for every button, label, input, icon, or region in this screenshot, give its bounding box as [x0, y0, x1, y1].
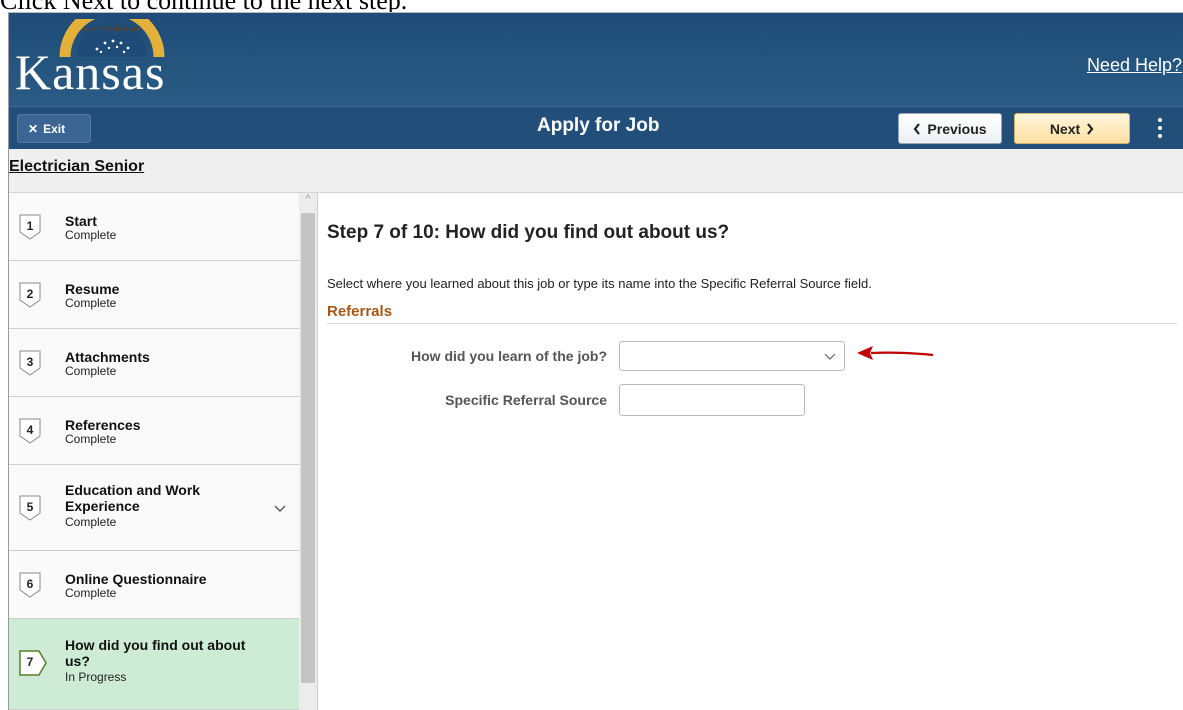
page-toolbar: ✕ Exit Apply for Job Previous Next [9, 106, 1183, 150]
kebab-menu-icon[interactable] [1152, 115, 1168, 141]
step-item-how-did-you-find-out-about-us[interactable]: 7 How did you find out about us? In Prog… [9, 619, 299, 710]
step-badge: 4 [19, 418, 45, 444]
step-status: Complete [65, 296, 117, 310]
section-title-referrals: Referrals [327, 303, 393, 320]
exit-label: Exit [43, 121, 66, 136]
chevron-right-icon [1087, 122, 1094, 135]
step-title-line-2: us? [65, 653, 90, 669]
previous-button[interactable]: Previous [898, 113, 1002, 144]
step-badge: 6 [19, 572, 45, 598]
step-status: In Progress [65, 670, 127, 684]
step-title: Online Questionnaire [65, 571, 207, 587]
specific-referral-source-input[interactable] [619, 384, 805, 416]
step-item-online-questionnaire[interactable]: 6 Online Questionnaire Complete [9, 551, 299, 619]
chevron-left-icon [914, 122, 921, 135]
job-title-link[interactable]: Electrician Senior [9, 158, 144, 176]
step-title-line-2: Experience [65, 498, 140, 514]
step-badge: 1 [19, 214, 45, 240]
chevron-down-icon [824, 353, 836, 360]
chevron-down-icon[interactable] [273, 504, 287, 514]
step-status: Complete [65, 228, 117, 242]
header-banner: AD ASTRA PER ASPERA Kansas Need Help? [9, 13, 1183, 106]
annotation-arrow-icon [857, 346, 934, 360]
section-divider [327, 323, 1177, 324]
document-caption-text: Click Next to continue to the next step. [0, 0, 407, 12]
step-instructions: Select where you learned about this job … [327, 276, 872, 291]
current-step-badge: 7 [19, 650, 47, 676]
step-title: References [65, 417, 141, 433]
next-label: Next [1049, 120, 1081, 137]
step-heading: Step 7 of 10: How did you find out about… [327, 222, 730, 243]
step-badge: 2 [19, 282, 45, 308]
specific-referral-source-label: Specific Referral Source [445, 392, 607, 408]
sidebar-scrollbar-thumb[interactable] [301, 213, 315, 683]
page-title: Apply for Job [537, 115, 660, 136]
previous-label: Previous [927, 120, 987, 137]
close-icon: ✕ [28, 121, 39, 136]
step-badge: 5 [19, 495, 45, 521]
step-badge: 3 [19, 350, 45, 376]
step-item-resume[interactable]: 2 Resume Complete [9, 261, 299, 329]
step-status: Complete [65, 432, 117, 446]
step-status: Complete [65, 515, 117, 529]
step-title: Resume [65, 281, 120, 297]
kansas-logo: AD ASTRA PER ASPERA Kansas [15, 19, 205, 101]
step-title-line-1: Education and Work [65, 482, 201, 498]
need-help-link[interactable]: Need Help? [1087, 55, 1182, 76]
main-content: Step 7 of 10: How did you find out about… [318, 193, 1183, 710]
logo-wordmark: Kansas [15, 44, 166, 100]
step-item-attachments[interactable]: 3 Attachments Complete [9, 329, 299, 397]
job-title-bar: Electrician Senior [9, 149, 1183, 193]
step-item-start[interactable]: 1 Start Complete [9, 193, 299, 261]
logo-motto: AD ASTRA PER ASPERA [83, 27, 141, 33]
next-button[interactable]: Next [1014, 113, 1130, 144]
step-title-line-1: How did you find out about [65, 637, 246, 653]
exit-button[interactable]: ✕ Exit [17, 114, 91, 143]
document-caption: Click Next to continue to the next step. [0, 0, 1183, 12]
step-item-education-and-work-experience[interactable]: 5 Education and Work Experience Complete [9, 465, 299, 551]
step-status: Complete [65, 364, 117, 378]
step-title: Start [65, 213, 97, 229]
step-item-references[interactable]: 4 References Complete [9, 397, 299, 465]
step-title: Attachments [65, 349, 150, 365]
step-status: Complete [65, 586, 117, 600]
learn-of-job-label: How did you learn of the job? [411, 348, 607, 364]
learn-of-job-select[interactable] [619, 341, 845, 371]
step-navigation: 1 Start Complete 2 Resume Complete 3 Att… [9, 193, 318, 710]
scroll-up-arrow-icon[interactable]: ^ [300, 193, 316, 207]
application-frame: AD ASTRA PER ASPERA Kansas Need Help? ✕ … [8, 12, 1183, 710]
